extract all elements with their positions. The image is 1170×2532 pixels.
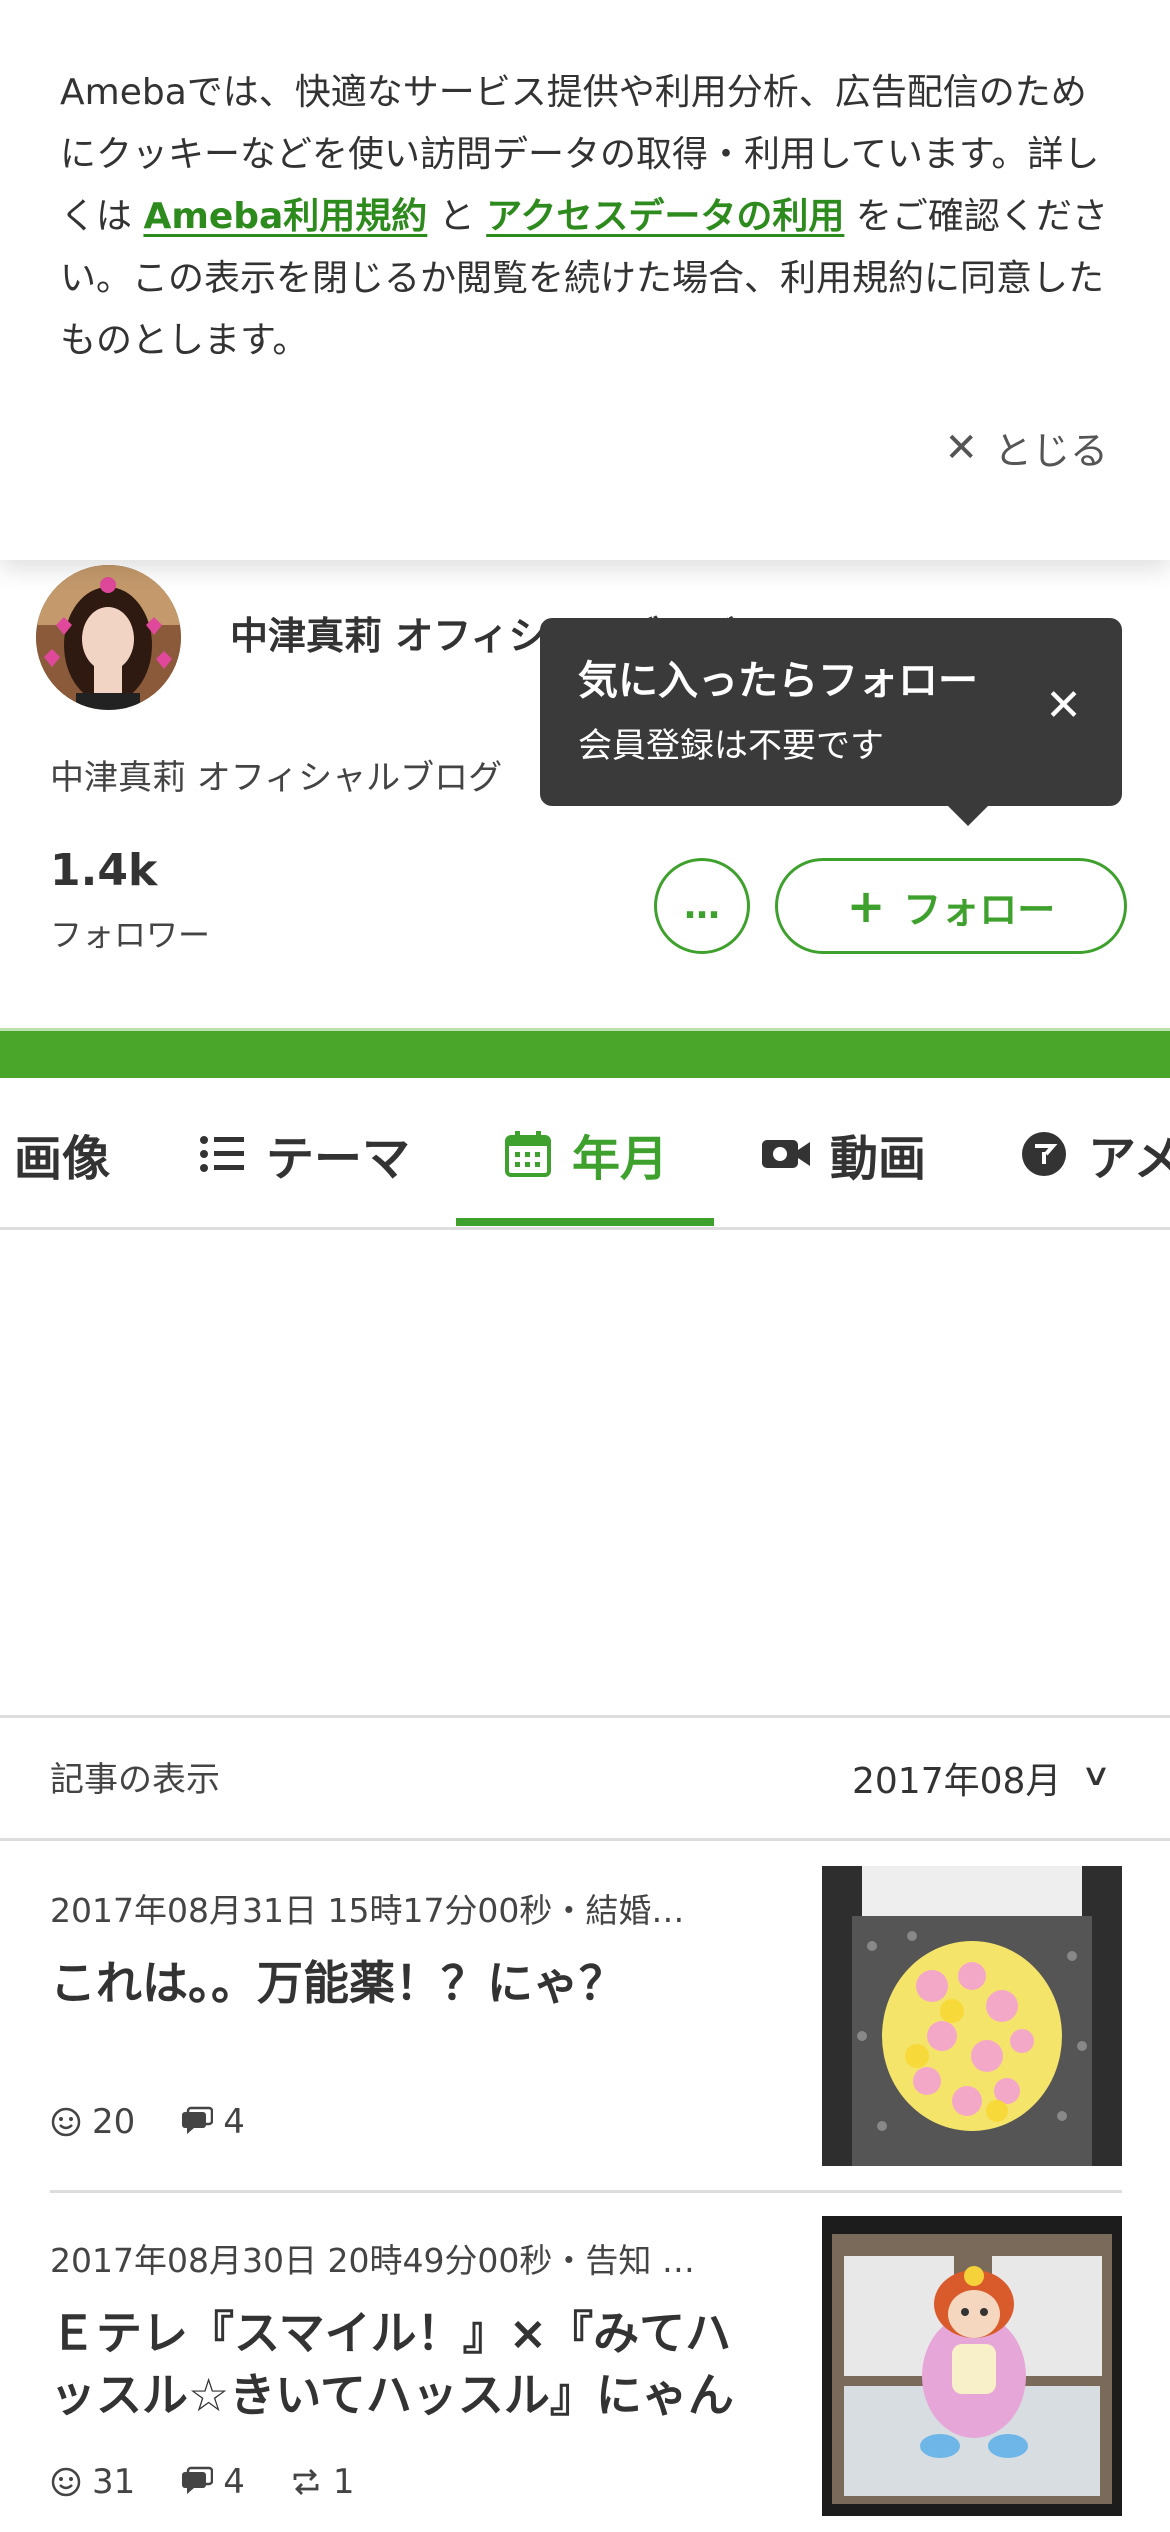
more-icon: … [684,885,720,927]
article-display-label: 記事の表示 [50,1760,220,1800]
follow-label: フォロー [903,887,1056,932]
comments-count: 4 [223,2462,245,2502]
article-stats: 20 4 [50,2102,245,2142]
cookie-close-button[interactable]: ✕ とじる [944,420,1108,475]
comment-icon [182,2466,214,2494]
follow-tooltip: 気に入ったらフォロー 会員登録は不要です ✕ [540,618,1122,826]
tab-year-month[interactable]: 年月 [502,1080,669,1227]
divider [50,2190,1122,2193]
tab-ameba[interactable]: アメ [1018,1080,1170,1227]
reblog-icon [293,2469,319,2495]
cookie-message: Amebaでは、快適なサービス提供や利用分析、広告配信のためにクッキーなどを使い… [60,62,1120,372]
divider [0,1838,1170,1841]
blog-subtitle: 中津真莉 オフィシャルブログ [50,758,503,798]
header-color-bar [0,1028,1170,1078]
tooltip-close-icon[interactable]: ✕ [1045,680,1082,731]
plus-icon: + [846,879,886,933]
active-tab-indicator [456,1218,714,1226]
cookie-close-label: とじる [993,429,1108,473]
tab-label: テーマ [266,1131,411,1187]
tab-themes[interactable]: テーマ [196,1080,411,1227]
comments-stat: 4 [179,2462,245,2502]
reblogs-stat: 1 [289,2462,355,2502]
comments-count: 4 [223,2102,245,2142]
ameba-icon [1022,1132,1066,1176]
article-title[interactable]: Ｅテレ『スマイル！』×『みてハッスル☆きいてハッスル』にゃん [50,2302,770,2426]
cookie-banner: Amebaでは、快適なサービス提供や利用分析、広告配信のためにクッキーなどを使い… [0,0,1170,560]
more-button[interactable]: … [654,858,750,954]
avatar[interactable] [36,565,181,710]
article-title[interactable]: これは。。万能薬！？にゃ？ [50,1952,770,2014]
smile-icon [51,2107,81,2137]
month-select[interactable]: 2017年08月 [852,1752,1061,1804]
tv-character-image [822,2216,1122,2516]
article-thumbnail[interactable] [822,2216,1122,2516]
tab-label: 動画 [830,1131,927,1187]
access-data-link[interactable]: アクセスデータの利用 [486,196,844,237]
followers-count: 1.4k [50,845,158,896]
article-meta: 2017年08月30日 20時49分00秒・告知 … [50,2241,695,2280]
candy-bag-image [822,1866,1122,2166]
tab-bar: 画像 テーマ 年月 動画 アメ [0,1080,1170,1230]
close-icon: ✕ [944,424,978,471]
tooltip-title: 気に入ったらフォロー [578,658,978,704]
avatar-image [36,565,181,710]
tab-label: 年月 [572,1131,669,1187]
reblogs-count: 1 [332,2462,355,2502]
article-stats: 31 4 1 [50,2462,355,2502]
follow-button[interactable]: + フォロー [775,858,1127,954]
tab-label: 画像 [14,1131,111,1187]
video-icon [762,1140,810,1168]
tooltip-subtitle: 会員登録は不要です [578,726,884,766]
likes-stat: 20 [50,2102,135,2142]
comments-stat: 4 [179,2102,245,2142]
smile-icon [51,2467,81,2497]
tab-videos[interactable]: 動画 [760,1080,927,1227]
tab-images[interactable]: 画像 [14,1080,111,1227]
list-icon [200,1136,244,1172]
article-thumbnail[interactable] [822,1866,1122,2166]
likes-count: 20 [92,2102,136,2142]
likes-stat: 31 [50,2462,135,2502]
calendar-icon [505,1131,551,1177]
terms-link[interactable]: Ameba利用規約 [143,196,427,237]
article-meta: 2017年08月31日 15時17分00秒・結婚… [50,1891,685,1930]
followers-label: フォロワー [50,916,211,954]
tab-label: アメ [1088,1131,1170,1187]
chevron-down-icon[interactable]: ∨ [1081,1758,1112,1793]
comment-icon [182,2106,214,2134]
likes-count: 31 [92,2462,136,2502]
cookie-text-middle: と [427,196,487,237]
divider [0,1715,1170,1718]
